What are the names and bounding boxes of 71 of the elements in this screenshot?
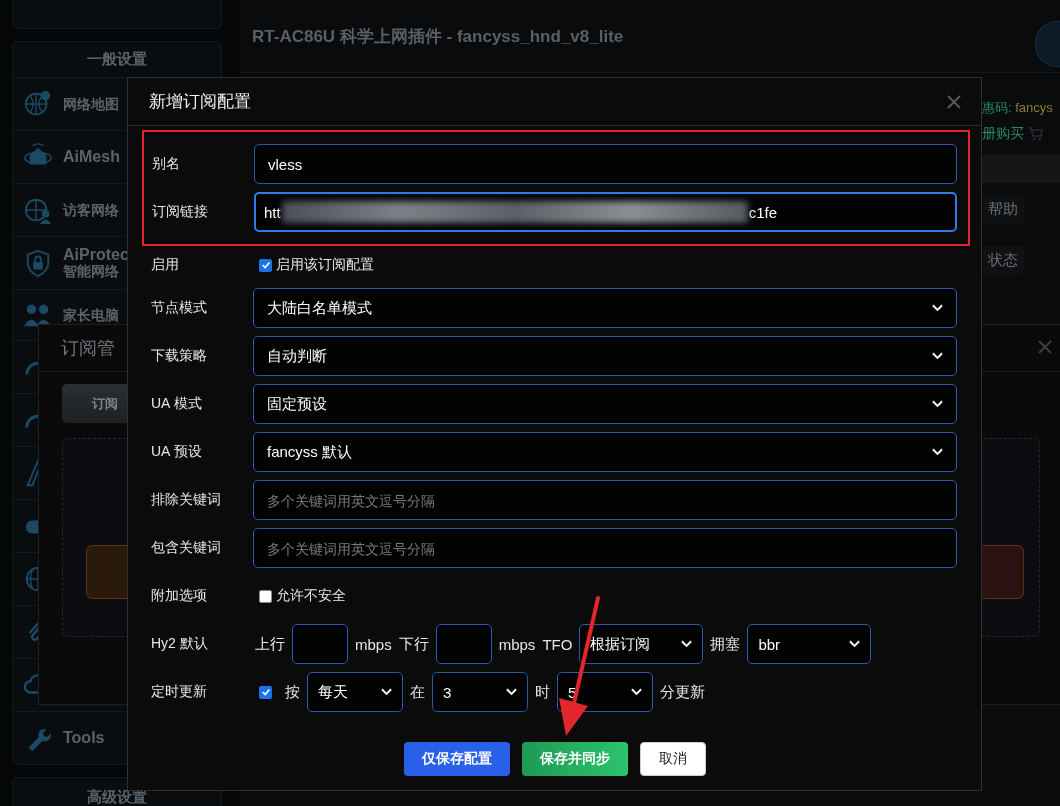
checkbox[interactable] — [259, 589, 272, 603]
dropdown[interactable]: 每天 — [307, 672, 403, 712]
dropdown[interactable]: bbr — [747, 624, 872, 664]
inline-label: 上行 — [255, 634, 285, 654]
inline-label: TFO — [542, 635, 573, 653]
chevron-icon — [932, 304, 943, 312]
field-label: 别名 — [152, 155, 181, 173]
cancel-button[interactable]: 取消 — [639, 742, 706, 776]
dropdown[interactable]: 3 — [432, 672, 528, 712]
field-label: Hy2 默认 — [151, 635, 209, 653]
chevron-icon — [381, 688, 392, 696]
dropdown[interactable]: 固定预设 — [253, 384, 957, 424]
chevron-icon — [932, 352, 943, 360]
page-title: RT-AC86U 科学上网插件 - fancyss_hnd_v8_lite — [252, 25, 624, 48]
item-label: AiProtec — [63, 247, 129, 263]
help-button[interactable]: 帮助 — [982, 195, 1024, 224]
chevron-icon — [849, 640, 861, 648]
close-icon[interactable] — [1037, 339, 1053, 355]
close-icon[interactable] — [947, 95, 961, 109]
checkbox[interactable] — [259, 258, 272, 272]
inline-label: mbps — [498, 635, 536, 653]
chevron-icon — [932, 448, 943, 456]
field-label: 订阅链接 — [152, 203, 209, 221]
status-button[interactable]: 状态 — [982, 246, 1024, 275]
inline-label: 下行 — [398, 634, 429, 654]
inline-label: 时 — [535, 682, 550, 702]
field-label: UA 预设 — [151, 443, 203, 461]
field-label: 附加选项 — [151, 587, 208, 605]
dropdown[interactable]: 根据订阅 — [579, 624, 704, 664]
input-field[interactable]: 多个关键词用英文逗号分隔 — [253, 528, 957, 568]
checkbox-label: 启用该订阅配置 — [276, 256, 374, 274]
register-link[interactable]: 册购买 — [982, 125, 1024, 143]
primary-button[interactable]: 仅保存配置 — [403, 742, 510, 776]
input-field[interactable] — [435, 624, 492, 664]
chevron-icon — [631, 688, 642, 696]
inline-label: mbps — [355, 635, 392, 653]
promo-code: fancys — [1015, 100, 1053, 115]
input-field[interactable] — [292, 624, 348, 664]
item-label: Tools — [63, 730, 105, 746]
modal-title: 订阅管 — [61, 337, 115, 360]
inline-label: 在 — [410, 682, 425, 702]
field-label: 下载策略 — [151, 347, 208, 365]
field-label: 节点模式 — [151, 299, 208, 317]
input-field[interactable]: htt c1fe — [254, 192, 957, 232]
inline-label: 分更新 — [660, 682, 705, 702]
cart-icon — [1027, 127, 1043, 141]
field-label: UA 模式 — [151, 395, 203, 413]
chevron-icon — [681, 640, 693, 648]
item-label: 家长电脑 — [63, 307, 119, 323]
field-label: 包含关键词 — [151, 539, 222, 557]
field-label: 定时更新 — [151, 683, 208, 701]
field-label: 启用 — [151, 256, 180, 274]
inline-label: 拥塞 — [710, 634, 741, 654]
inline-label: 按 — [285, 682, 300, 702]
globe-icon — [23, 564, 38, 594]
item-label: 网络地图 — [63, 96, 119, 112]
dropdown[interactable]: 大陆白名单模式 — [253, 288, 957, 328]
item-label: AiMesh — [63, 149, 120, 165]
dropdown[interactable]: 自动判断 — [253, 336, 957, 376]
input-field[interactable]: vless — [254, 144, 957, 184]
checkbox-label: 允许不安全 — [276, 587, 346, 605]
dropdown[interactable]: fancyss 默认 — [253, 432, 957, 472]
item-label: 访客网络 — [63, 202, 119, 218]
field-label: 排除关键词 — [151, 491, 222, 509]
chevron-icon — [932, 400, 943, 408]
input-field[interactable]: 多个关键词用英文逗号分隔 — [253, 480, 957, 520]
checkbox[interactable] — [259, 685, 272, 699]
promo-label: 惠码: — [982, 100, 1012, 115]
chevron-icon — [506, 688, 517, 696]
section-title: 一般设置 — [87, 50, 147, 69]
item-sublabel: 智能网络 — [63, 263, 120, 279]
